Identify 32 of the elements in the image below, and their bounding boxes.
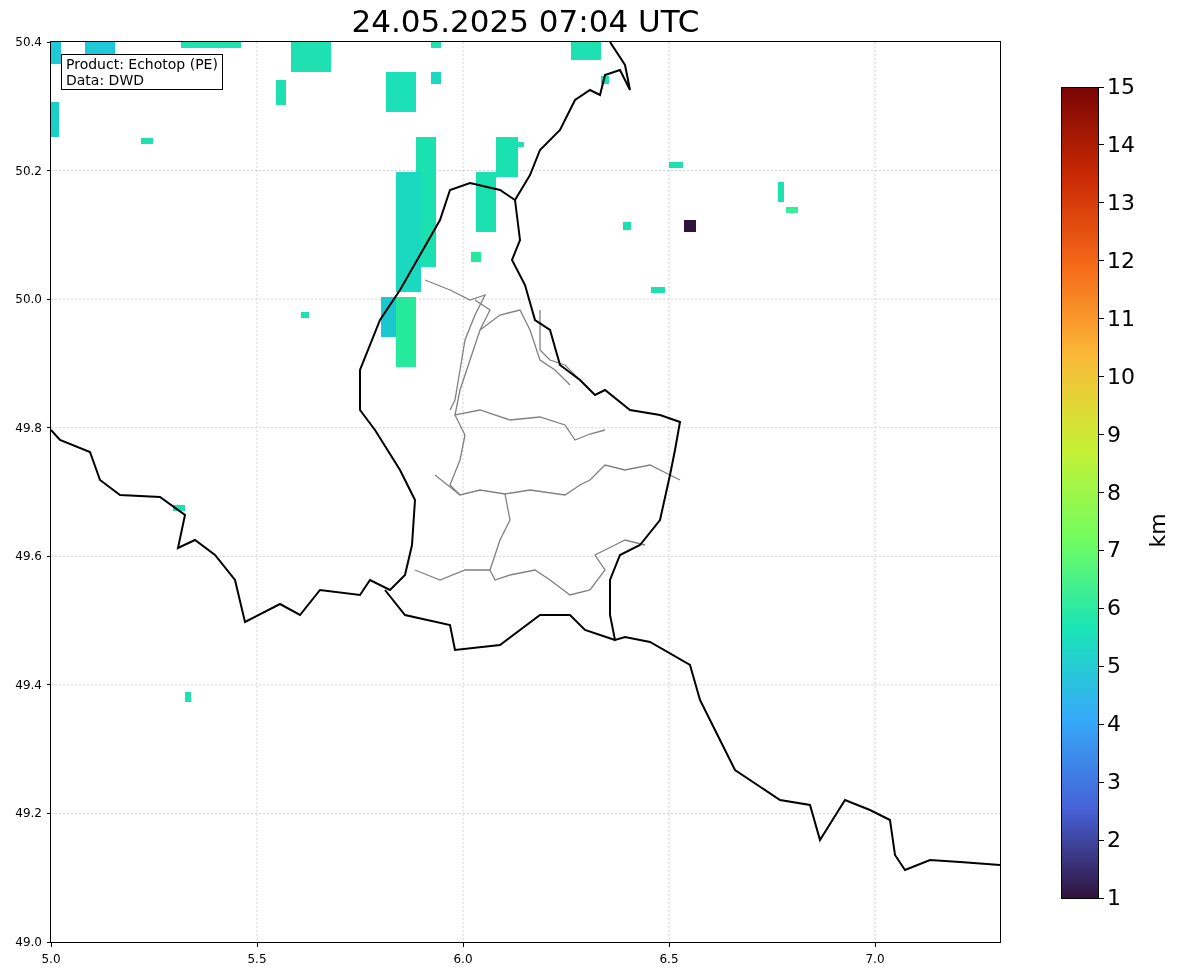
- x-tick-label: 7.0: [865, 951, 885, 967]
- x-tick-label: 6.0: [453, 951, 473, 967]
- colorbar-tick-label: 4: [1107, 712, 1121, 737]
- chart-title: 24.05.2025 07:04 UTC: [351, 5, 700, 37]
- colorbar-tick-label: 14: [1107, 132, 1135, 157]
- y-tick-label: 50.4: [15, 34, 42, 50]
- colorbar-tick-label: 6: [1107, 596, 1121, 621]
- y-tick-label: 49.6: [15, 548, 42, 565]
- x-tick-label: 5.5: [247, 951, 267, 967]
- x-tick-label: 5.0: [41, 951, 61, 967]
- annotation-text: Data: DWD: [66, 72, 145, 88]
- y-tick-label: 49.2: [15, 805, 42, 822]
- colorbar-tick-label: 1: [1107, 886, 1121, 910]
- colorbar-tick-label: 3: [1107, 770, 1121, 795]
- colorbar-tick-label: 2: [1107, 828, 1121, 853]
- colorbar-tick-label: 7: [1107, 538, 1121, 563]
- x-tick-label: 6.5: [659, 951, 679, 967]
- colorbar-tick-label: 5: [1107, 654, 1121, 679]
- colorbar-label: km: [1143, 512, 1171, 548]
- colorbar-tick-label: 9: [1107, 422, 1121, 447]
- colorbar-tick-label: 12: [1107, 248, 1135, 273]
- y-tick-label: 50.0: [15, 291, 42, 308]
- colorbar-tick-label: 8: [1107, 480, 1121, 505]
- annotation-text: Product: Echotop (PE): [66, 56, 218, 72]
- colorbar-tick-label: 11: [1107, 306, 1135, 331]
- colorbar-tick-label: 13: [1107, 190, 1135, 215]
- colorbar-tick-label: 15: [1107, 75, 1135, 99]
- colorbar-tick-label: 10: [1107, 364, 1135, 389]
- y-tick-label: 50.2: [15, 162, 42, 179]
- y-tick-label: 49.8: [15, 419, 42, 436]
- y-tick-label: 49.4: [15, 676, 42, 693]
- y-tick-label: 49.0: [15, 934, 42, 950]
